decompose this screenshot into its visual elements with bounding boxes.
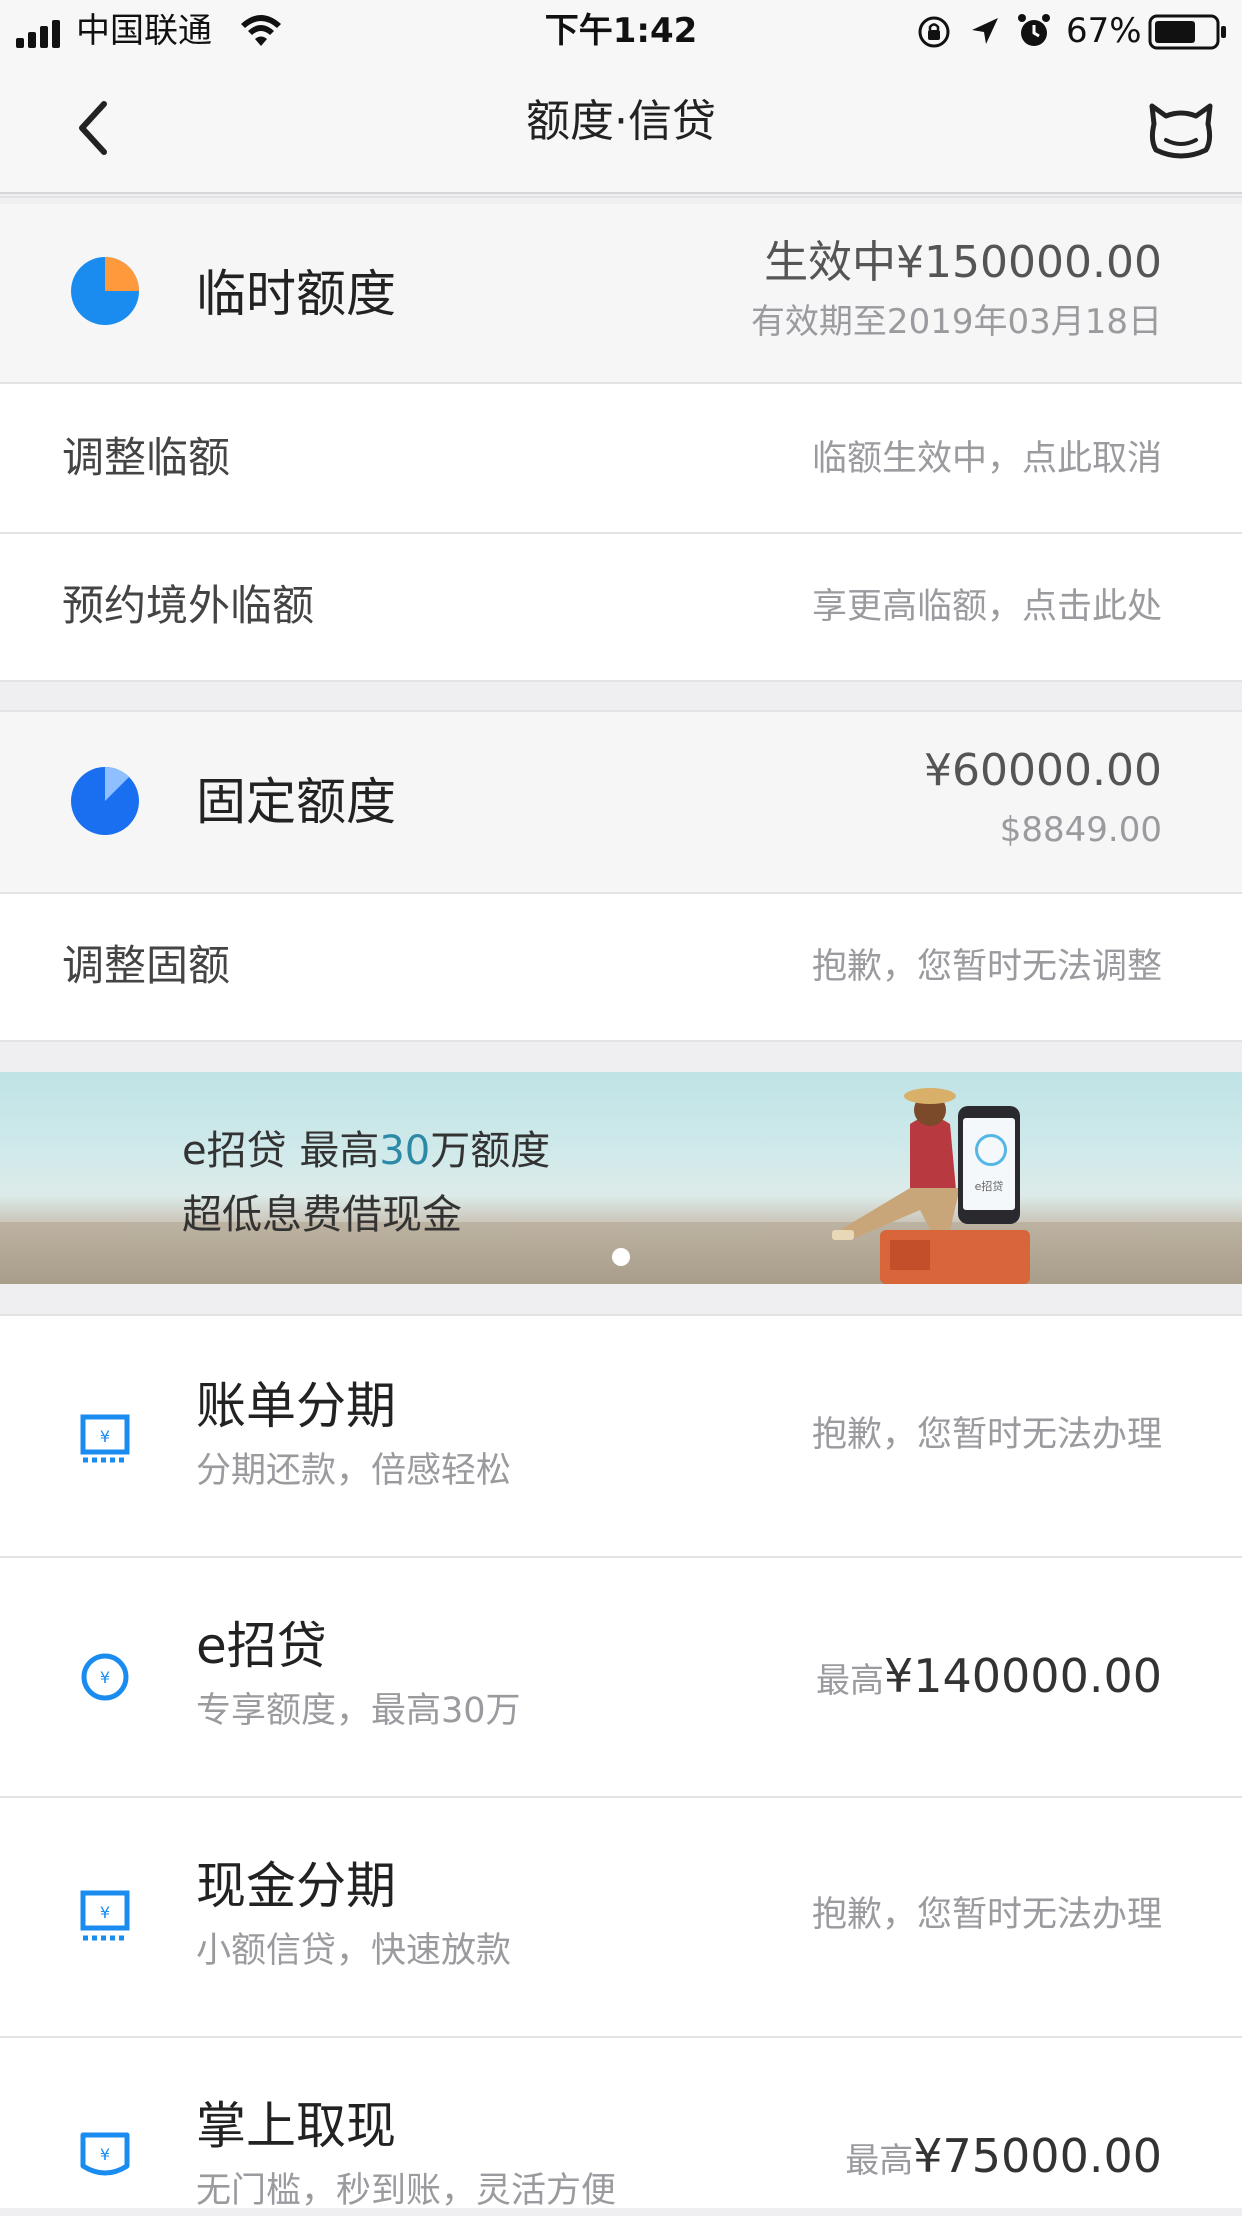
status-time: 下午1:42: [544, 11, 698, 51]
product-row-mobile-cash[interactable]: ¥ 掌上取现 无门槛，秒到账，灵活方便 最高¥75000.00: [0, 2038, 1242, 2211]
banner-headline-suffix: 万额度: [430, 1128, 551, 1174]
location-arrow-icon: [972, 18, 998, 44]
assistant-cat-icon[interactable]: [1148, 100, 1214, 160]
section-divider: [0, 680, 1242, 682]
max-label: 最高: [815, 1661, 884, 1701]
battery-icon: [1148, 14, 1226, 50]
banner-headline-prefix: e招贷 最高: [182, 1128, 380, 1174]
svg-text:¥: ¥: [100, 2145, 110, 2164]
banner-headline: e招贷 最高30万额度: [182, 1124, 550, 1178]
mobile-cash-icon: ¥: [80, 2132, 130, 2176]
product-max-amount: 最高¥140000.00: [816, 1646, 1162, 1717]
status-bar: 中国联通 下午1:42 67%: [0, 0, 1242, 64]
row-value: 享更高临额，点击此处: [811, 587, 1162, 627]
row-label: 预约境外临额: [62, 581, 315, 630]
row-label: 调整固额: [62, 941, 231, 990]
product-row-e-loan[interactable]: ¥ e招贷 专享额度，最高30万 最高¥140000.00: [0, 1558, 1242, 1796]
product-title: 账单分期: [196, 1377, 396, 1435]
cash-installment-icon: ¥: [80, 1890, 130, 1941]
svg-text:¥: ¥: [100, 1427, 110, 1446]
temp-limit-amount: 生效中¥150000.00: [764, 237, 1162, 288]
fixed-limit-usd: $8849.00: [999, 810, 1162, 850]
product-title: 掌上取现: [196, 2097, 396, 2155]
section-divider: [0, 1040, 1242, 1042]
product-max-amount: 最高¥75000.00: [845, 2126, 1162, 2197]
battery-percent: 67%: [1066, 11, 1142, 51]
row-value: 抱歉，您暂时无法调整: [811, 947, 1162, 987]
rotation-lock-icon: [918, 16, 950, 48]
product-subtitle: 小额信贷，快速放款: [196, 1931, 512, 1971]
max-value: ¥140000.00: [883, 1649, 1162, 1703]
pie-chart-icon: [71, 767, 139, 835]
adjust-temp-limit-row[interactable]: 调整临额 临额生效中，点此取消: [0, 384, 1242, 532]
svg-text:¥: ¥: [100, 1668, 110, 1687]
product-subtitle: 专享额度，最高30万: [196, 1691, 521, 1731]
temp-limit-validity: 有效期至2019年03月18日: [750, 302, 1162, 342]
alarm-icon: [1018, 14, 1050, 46]
e-loan-icon: ¥: [81, 1653, 129, 1701]
fixed-limit-header: 固定额度 ¥60000.00 $8849.00: [0, 712, 1242, 892]
max-label: 最高: [845, 2141, 914, 2181]
phone-illustration: e招贷: [958, 1106, 1020, 1224]
phone-label: e招贷: [974, 1180, 1004, 1193]
product-subtitle: 分期还款，倍感轻松: [196, 1451, 512, 1491]
max-value: ¥75000.00: [913, 2129, 1162, 2183]
fixed-limit-title: 固定额度: [196, 773, 396, 831]
product-subtitle: 无门槛，秒到账，灵活方便: [196, 2171, 617, 2211]
phone-screen: e招贷: [963, 1118, 1015, 1210]
temp-limit-header: 临时额度 生效中¥150000.00 有效期至2019年03月18日: [0, 204, 1242, 382]
svg-text:¥: ¥: [100, 1903, 110, 1922]
banner-highlight: 30: [379, 1128, 431, 1174]
product-status: 抱歉，您暂时无法办理: [811, 1895, 1162, 1935]
page-title: 额度·信贷: [526, 96, 716, 147]
row-label: 调整临额: [62, 433, 231, 482]
adjust-fixed-limit-row[interactable]: 调整固额 抱歉，您暂时无法调整: [0, 894, 1242, 1040]
phone-logo-icon: [975, 1134, 1007, 1166]
promo-banner[interactable]: e招贷 最高30万额度 超低息费借现金 e招贷: [0, 1072, 1242, 1284]
pie-chart-icon: [71, 257, 139, 325]
bill-installment-icon: ¥: [80, 1414, 130, 1463]
temp-limit-title: 临时额度: [196, 265, 396, 323]
product-title: e招贷: [196, 1617, 327, 1675]
nav-bar: 额度·信贷: [0, 64, 1242, 194]
fixed-limit-amount: ¥60000.00: [924, 745, 1162, 796]
overseas-temp-limit-row[interactable]: 预约境外临额 享更高临额，点击此处: [0, 534, 1242, 680]
section-divider: [0, 196, 1242, 198]
product-status: 抱歉，您暂时无法办理: [811, 1415, 1162, 1455]
product-row-cash-installment[interactable]: ¥ 现金分期 小额信贷，快速放款 抱歉，您暂时无法办理: [0, 1798, 1242, 2036]
banner-subline: 超低息费借现金: [182, 1192, 462, 1238]
product-title: 现金分期: [196, 1857, 396, 1915]
product-row-bill-installment[interactable]: ¥ 账单分期 分期还款，倍感轻松 抱歉，您暂时无法办理: [0, 1316, 1242, 1556]
carousel-dot[interactable]: [612, 1248, 630, 1266]
row-value: 临额生效中，点此取消: [811, 439, 1162, 479]
